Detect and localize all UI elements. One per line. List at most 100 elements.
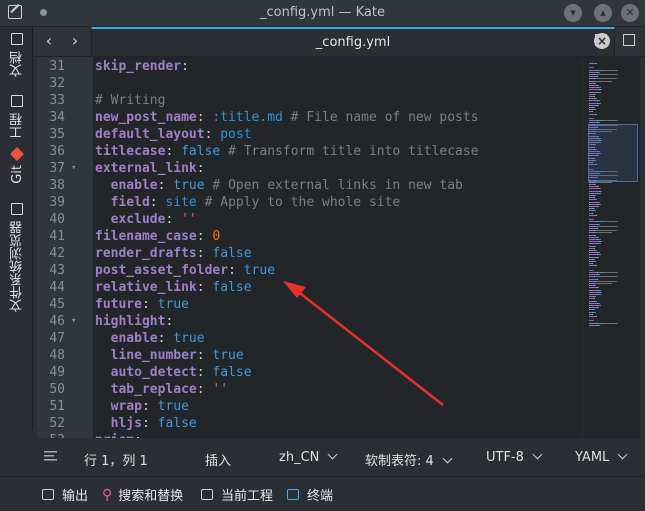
code-token: :: [196, 110, 213, 125]
code-token: :: [165, 144, 182, 159]
minimap-line: [595, 285, 596, 287]
minimap-line: [589, 316, 596, 317]
sidebar-item-filesystem-browser[interactable]: 文件系统浏览器: [6, 203, 28, 312]
code-line[interactable]: 44 relative_link: false: [37, 279, 582, 296]
line-number: 31: [49, 59, 65, 74]
code-line[interactable]: 48 line_number: true: [37, 347, 582, 364]
code-text: tab_replace: '': [95, 381, 228, 398]
minimap-line: [595, 184, 596, 185]
minimap-line: [598, 324, 600, 326]
code-text: prism:: [95, 432, 142, 438]
split-view-icon[interactable]: [623, 34, 635, 46]
maximize-button[interactable]: ▴: [594, 4, 612, 22]
code-token: :: [157, 178, 174, 193]
code-editor[interactable]: 31 skip_render: 32 33 # Writing 34 new_post_na…: [37, 57, 582, 438]
minimap-line: [603, 322, 618, 324]
output-button[interactable]: 输出: [42, 485, 88, 504]
sidebar-item-git[interactable]: Git: [6, 146, 28, 184]
code-token: external_link: [95, 161, 197, 176]
dictionary-select[interactable]: zh_CN: [279, 449, 338, 465]
minimap-line: [589, 120, 597, 122]
minimap-viewport[interactable]: [588, 124, 638, 182]
minimap-line: [596, 214, 597, 216]
code-line[interactable]: 36 titlecase: false # Transform title int…: [37, 143, 582, 160]
input-mode[interactable]: 插入: [205, 450, 231, 469]
code-line[interactable]: 42 render_drafts: false: [37, 245, 582, 262]
back-button[interactable]: ‹: [39, 31, 59, 51]
minimap-line: [592, 313, 593, 315]
code-line[interactable]: 52 hljs: false: [37, 415, 582, 432]
minimap-line: [596, 232, 612, 234]
minimize-button[interactable]: ▾: [564, 4, 582, 22]
current-project-label: 当前工程: [221, 489, 274, 504]
minimap-line: [589, 113, 596, 115]
code-token: post: [220, 127, 252, 142]
minimap-line: [590, 100, 597, 102]
code-token: auto_detect: [110, 365, 197, 380]
document-menu-icon[interactable]: [595, 34, 607, 46]
sidebar-item-projects[interactable]: 工程: [6, 95, 28, 139]
code-token: # Transform title into titlecase: [220, 144, 479, 159]
encoding-select[interactable]: UTF-8: [486, 449, 543, 465]
minimap-line: [589, 291, 599, 293]
code-line[interactable]: 35 default_layout: post: [37, 126, 582, 143]
code-line[interactable]: 34 new_post_name: :title.md # File name o…: [37, 109, 582, 126]
code-line[interactable]: 31 skip_render:: [37, 58, 582, 75]
minimap-line: [598, 302, 600, 304]
syntax-select[interactable]: YAML: [575, 449, 628, 465]
code-line[interactable]: 53 prism:: [37, 432, 582, 438]
code-line[interactable]: 33 # Writing: [37, 92, 582, 109]
search-replace-button[interactable]: ⚲ 搜索和替换: [102, 485, 183, 505]
minimap-line: [598, 252, 600, 254]
fold-toggle-icon[interactable]: ▾: [71, 313, 76, 330]
minimap-line: [598, 274, 600, 276]
code-text: line_number: true: [95, 347, 244, 364]
code-line[interactable]: 43 post_asset_folder: true: [37, 262, 582, 279]
code-line[interactable]: 40 exclude: '': [37, 211, 582, 228]
code-line[interactable]: 49 auto_detect: false: [37, 364, 582, 381]
code-token: # Writing: [95, 93, 166, 108]
project-icon: [11, 95, 23, 107]
minimap-line: [598, 203, 601, 205]
terminal-label: 终端: [307, 489, 334, 504]
code-line[interactable]: 37 ▾ external_link:: [37, 160, 582, 177]
indentation-select[interactable]: 软制表符: 4: [365, 450, 453, 469]
minimap-line: [594, 247, 595, 249]
code-token: :: [196, 246, 213, 261]
line-number: 53: [37, 432, 65, 438]
code-token: true: [243, 263, 276, 278]
fold-toggle-icon[interactable]: ▾: [71, 160, 76, 177]
code-token: :: [165, 212, 182, 227]
code-line[interactable]: 46 ▾ highlight:: [37, 313, 582, 330]
minimap-line: [597, 78, 617, 80]
code-line[interactable]: 45 future: true: [37, 296, 582, 313]
code-token: :: [204, 127, 221, 142]
code-token: :: [196, 382, 213, 397]
window-title: _config.yml — Kate: [259, 5, 385, 20]
code-line[interactable]: 41 filename_case: 0: [37, 228, 582, 245]
minimap-line: [589, 221, 597, 223]
code-line[interactable]: 38 enable: true # Open external links in…: [37, 177, 582, 194]
current-project-button[interactable]: 当前工程: [201, 485, 273, 504]
code-token: :: [134, 433, 142, 438]
code-line[interactable]: 51 wrap: true: [37, 398, 582, 415]
code-line[interactable]: 32: [37, 75, 582, 92]
minimap-line: [589, 287, 597, 289]
minimap-scrollbar[interactable]: [583, 57, 640, 438]
code-token: enable: [110, 178, 158, 193]
sidebar-item-documents[interactable]: 文档: [6, 33, 28, 77]
code-text: default_layout: post: [95, 126, 252, 143]
code-line[interactable]: 50 tab_replace: '': [37, 381, 582, 398]
menu-lines-icon[interactable]: [44, 450, 57, 466]
close-window-button[interactable]: ✕: [621, 4, 639, 22]
terminal-button[interactable]: 终端: [287, 485, 333, 504]
encoding-value: UTF-8: [486, 450, 524, 465]
code-line[interactable]: 47 enable: true: [37, 330, 582, 347]
code-token: false: [157, 416, 197, 431]
bottom-toolbar: 输出 ⚲ 搜索和替换 当前工程 终端: [0, 476, 645, 511]
cursor-position[interactable]: 行 1，列 1: [84, 450, 148, 469]
tab-config-yml[interactable]: _config.yml ×: [91, 27, 615, 56]
code-token: false: [181, 144, 221, 159]
forward-button[interactable]: ›: [65, 31, 85, 51]
code-line[interactable]: 39 field: site # Apply to the whole site: [37, 194, 582, 211]
